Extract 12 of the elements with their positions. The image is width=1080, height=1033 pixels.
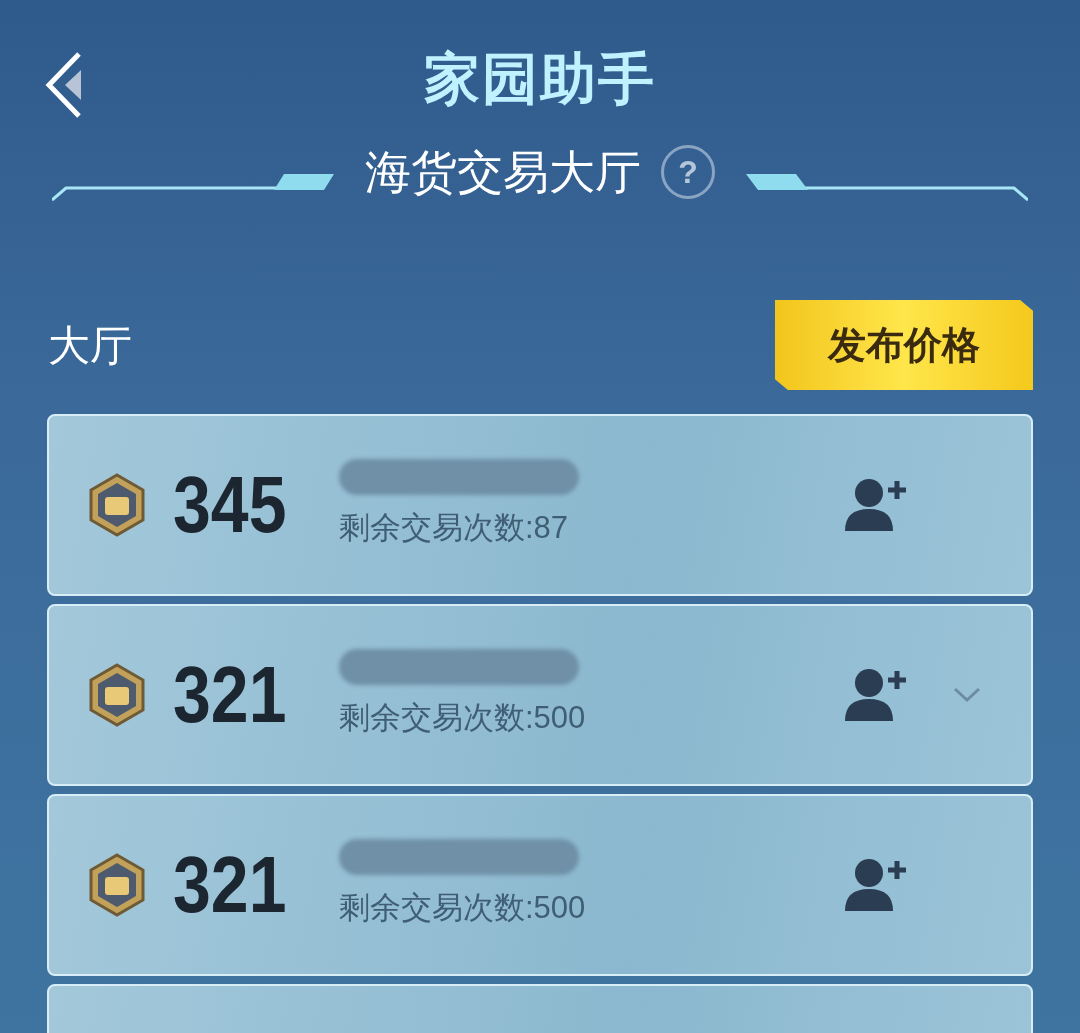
price: 321 [173, 845, 288, 925]
price: 345 [173, 465, 288, 545]
back-icon[interactable] [45, 52, 83, 118]
remaining-trades: 剩余交易次数:500 [339, 698, 586, 737]
remaining-trades: 剩余交易次数:500 [339, 888, 586, 927]
price: 321 [173, 655, 288, 735]
help-button[interactable]: ? [661, 145, 715, 199]
page-title: 家园助手 [424, 46, 656, 112]
publish-price-button[interactable]: 发布价格 [775, 300, 1033, 390]
section-title: 海货交易大厅 [365, 145, 641, 200]
remaining-trades: 剩余交易次数:87 [339, 508, 570, 547]
hall-label: 大厅 [48, 320, 132, 371]
